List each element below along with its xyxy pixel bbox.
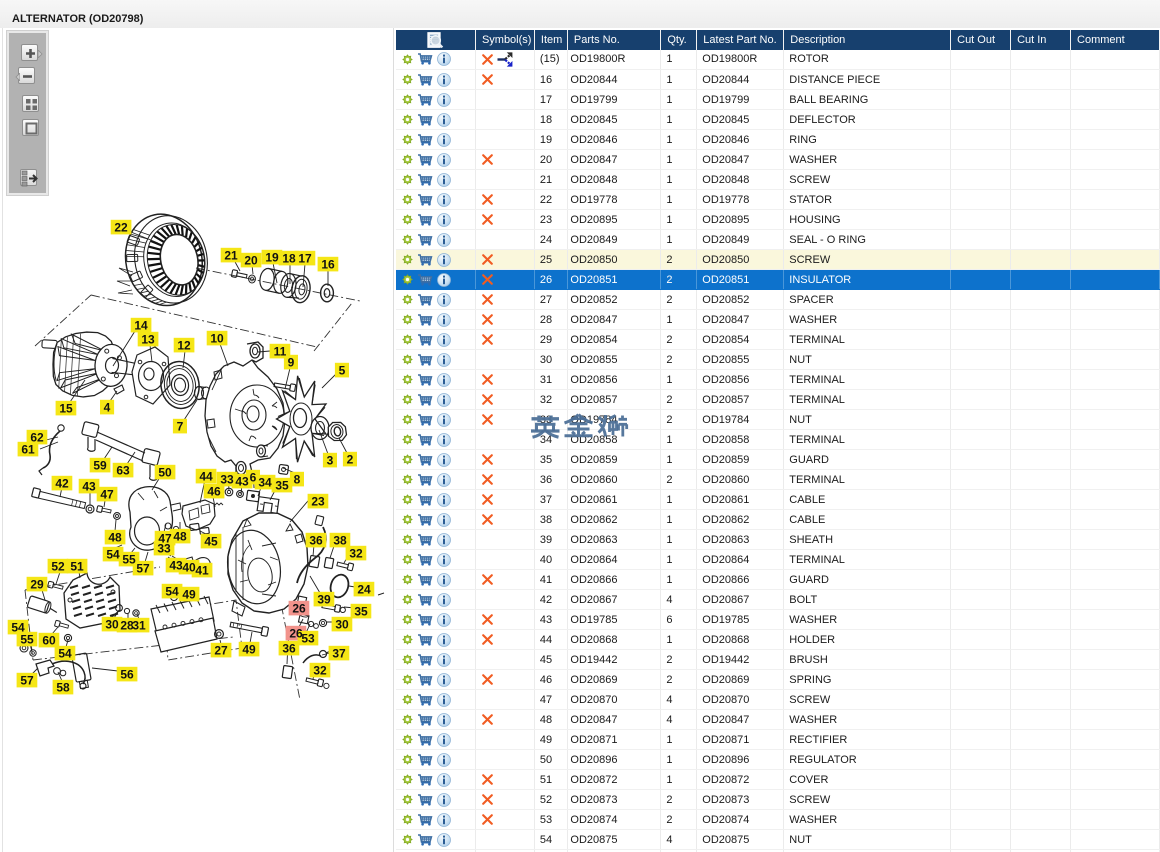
svg-text:29: 29 [30, 577, 44, 591]
svg-text:2: 2 [347, 452, 354, 466]
svg-text:52: 52 [51, 559, 65, 573]
svg-text:26: 26 [292, 601, 306, 615]
svg-text:14: 14 [134, 318, 148, 332]
svg-text:13: 13 [141, 332, 155, 346]
svg-text:27: 27 [214, 643, 228, 657]
svg-text:15: 15 [59, 401, 73, 415]
svg-text:37: 37 [332, 646, 346, 660]
svg-text:58: 58 [56, 680, 70, 694]
svg-text:17: 17 [298, 251, 312, 265]
svg-text:33: 33 [220, 472, 234, 486]
svg-text:49: 49 [242, 642, 256, 656]
svg-text:53: 53 [301, 631, 315, 645]
svg-text:34: 34 [258, 475, 272, 489]
svg-text:19: 19 [265, 250, 279, 264]
svg-text:32: 32 [349, 546, 363, 560]
svg-text:21: 21 [224, 248, 238, 262]
svg-text:40: 40 [182, 560, 196, 574]
svg-text:55: 55 [20, 632, 34, 646]
svg-text:51: 51 [70, 559, 84, 573]
svg-text:9: 9 [288, 355, 295, 369]
svg-text:16: 16 [321, 257, 335, 271]
svg-text:56: 56 [120, 667, 134, 681]
svg-text:33: 33 [157, 541, 171, 555]
svg-text:10: 10 [210, 331, 224, 345]
svg-text:38: 38 [333, 533, 347, 547]
svg-text:36: 36 [309, 533, 323, 547]
svg-text:5: 5 [339, 363, 346, 377]
svg-text:54: 54 [165, 584, 179, 598]
svg-text:50: 50 [158, 465, 172, 479]
svg-text:30: 30 [105, 617, 119, 631]
svg-text:41: 41 [195, 563, 209, 577]
svg-text:55: 55 [122, 552, 136, 566]
svg-text:35: 35 [354, 604, 368, 618]
svg-text:12: 12 [177, 338, 191, 352]
svg-text:61: 61 [21, 442, 35, 456]
svg-text:46: 46 [207, 484, 221, 498]
svg-text:23: 23 [311, 494, 325, 508]
svg-text:22: 22 [114, 220, 128, 234]
svg-text:45: 45 [204, 534, 218, 548]
svg-text:36: 36 [282, 641, 296, 655]
svg-text:39: 39 [317, 592, 331, 606]
svg-text:20: 20 [244, 253, 258, 267]
svg-text:44: 44 [199, 469, 213, 483]
svg-text:59: 59 [93, 458, 107, 472]
svg-text:8: 8 [294, 472, 301, 486]
svg-text:63: 63 [116, 463, 130, 477]
svg-text:43: 43 [82, 479, 96, 493]
svg-text:7: 7 [177, 419, 184, 433]
svg-text:48: 48 [108, 530, 122, 544]
svg-text:4: 4 [104, 400, 111, 414]
svg-text:47: 47 [100, 487, 114, 501]
svg-text:42: 42 [55, 476, 69, 490]
svg-text:11: 11 [274, 344, 287, 358]
svg-text:31: 31 [132, 618, 146, 632]
svg-text:48: 48 [173, 529, 187, 543]
svg-text:57: 57 [136, 561, 150, 575]
svg-text:60: 60 [42, 633, 56, 647]
svg-text:57: 57 [20, 673, 34, 687]
svg-text:49: 49 [182, 587, 196, 601]
svg-text:43: 43 [235, 474, 249, 488]
svg-text:24: 24 [357, 582, 371, 596]
svg-text:18: 18 [282, 251, 296, 265]
svg-text:35: 35 [275, 478, 289, 492]
svg-text:32: 32 [313, 663, 327, 677]
svg-text:43: 43 [169, 558, 183, 572]
svg-text:30: 30 [335, 617, 349, 631]
svg-text:54: 54 [58, 646, 72, 660]
svg-text:6: 6 [250, 470, 257, 484]
svg-text:54: 54 [106, 547, 120, 561]
svg-text:3: 3 [327, 453, 334, 467]
